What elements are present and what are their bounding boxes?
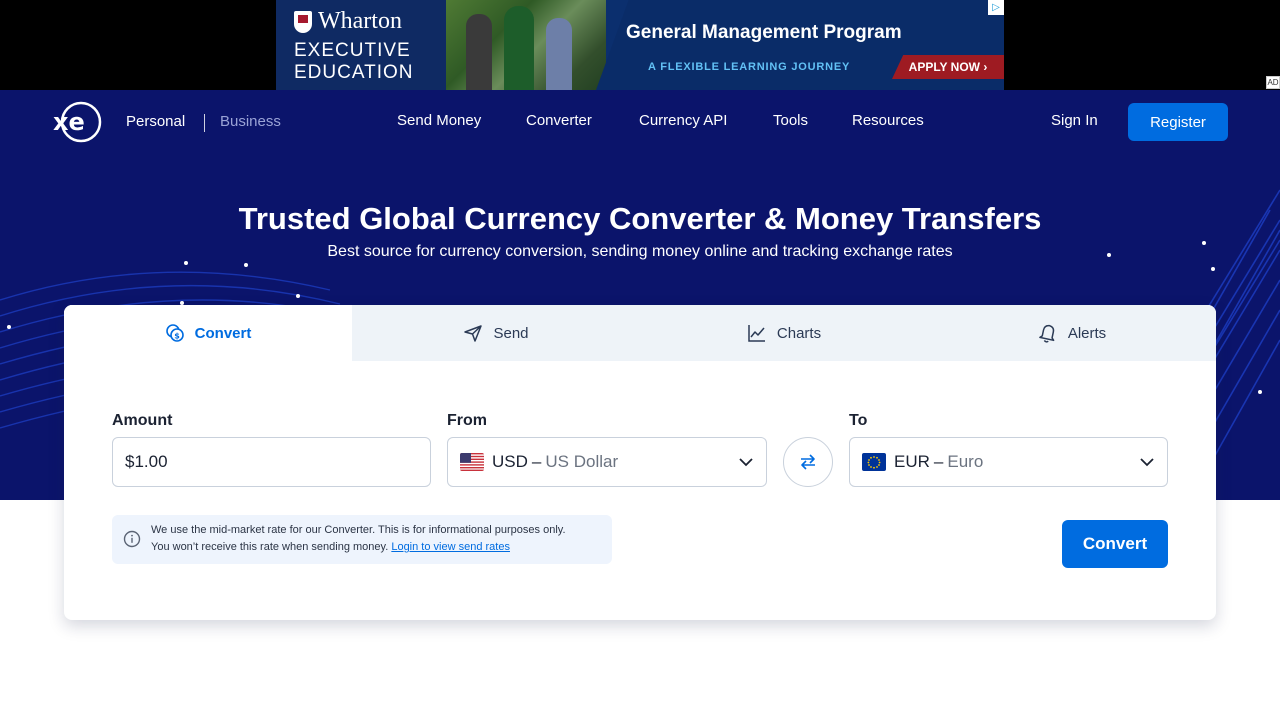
ad-photo bbox=[446, 0, 606, 90]
from-label: From bbox=[447, 412, 487, 429]
tab-alerts-label: Alerts bbox=[1067, 324, 1107, 342]
svg-text:xe: xe bbox=[53, 108, 85, 136]
ad-left-panel: Wharton EXECUTIVE EDUCATION bbox=[276, 0, 446, 90]
us-flag-icon bbox=[460, 453, 484, 471]
to-name: Euro bbox=[947, 452, 984, 471]
to-separator: – bbox=[933, 452, 944, 471]
swap-arrows-icon bbox=[801, 454, 815, 470]
ad-brand-text: Wharton bbox=[318, 8, 402, 34]
amount-value: $1.00 bbox=[125, 452, 168, 471]
info-icon bbox=[123, 530, 141, 548]
nav-currency-api[interactable]: Currency API bbox=[639, 112, 727, 129]
from-name: US Dollar bbox=[545, 452, 619, 471]
to-code: EUR bbox=[894, 452, 930, 471]
shield-icon bbox=[294, 10, 312, 33]
tab-bar: $ Convert Send Charts Alerts bbox=[64, 305, 1216, 361]
from-currency-select[interactable]: USD – US Dollar bbox=[447, 437, 767, 487]
bell-icon bbox=[1038, 324, 1055, 343]
register-button[interactable]: Register bbox=[1128, 103, 1228, 141]
tab-charts-label: Charts bbox=[776, 324, 822, 342]
login-send-rates-link[interactable]: Login to view send rates bbox=[391, 541, 510, 553]
ad-apply-button[interactable]: APPLY NOW › bbox=[892, 55, 1004, 79]
ad-subline: A FLEXIBLE LEARNING JOURNEY bbox=[648, 61, 851, 73]
ad-headline: General Management Program bbox=[626, 22, 902, 43]
nav-tools[interactable]: Tools bbox=[773, 112, 808, 129]
personal-toggle[interactable]: Personal bbox=[126, 113, 185, 130]
sign-in-link[interactable]: Sign In bbox=[1051, 112, 1098, 129]
tab-send-label: Send bbox=[493, 324, 529, 342]
ad-label: AD bbox=[1266, 76, 1280, 89]
adchoices-icon[interactable]: ▷ bbox=[988, 0, 1004, 15]
ad-line1: EXECUTIVE bbox=[294, 40, 411, 61]
ad-exec-text: EXECUTIVE EDUCATION bbox=[294, 40, 413, 84]
swap-currencies-button[interactable] bbox=[783, 437, 833, 487]
eu-flag-icon bbox=[862, 453, 886, 471]
to-label: To bbox=[849, 412, 868, 429]
paper-plane-icon bbox=[464, 325, 483, 342]
from-separator: – bbox=[531, 452, 542, 471]
converter-card: $ Convert Send Charts Alerts Amount $1.0… bbox=[64, 305, 1216, 620]
tab-send[interactable]: Send bbox=[352, 305, 640, 361]
from-code: USD bbox=[492, 452, 528, 471]
tab-alerts[interactable]: Alerts bbox=[928, 305, 1216, 361]
notice-line2: You won’t receive this rate when sending… bbox=[151, 541, 389, 553]
chevron-down-icon bbox=[1140, 458, 1154, 467]
chevron-down-icon bbox=[739, 458, 753, 467]
rate-notice: We use the mid-market rate for our Conve… bbox=[112, 515, 612, 564]
tab-convert-label: Convert bbox=[194, 324, 252, 342]
notice-line2-wrap: You won’t receive this rate when sending… bbox=[151, 541, 510, 553]
convert-button[interactable]: Convert bbox=[1062, 520, 1168, 568]
nav-converter[interactable]: Converter bbox=[526, 112, 592, 129]
ad-line2: EDUCATION bbox=[294, 62, 414, 83]
ad-banner[interactable]: Wharton EXECUTIVE EDUCATION General Mana… bbox=[276, 0, 1004, 90]
line-chart-icon bbox=[748, 325, 765, 342]
notice-line1: We use the mid-market rate for our Conve… bbox=[151, 524, 566, 536]
business-toggle[interactable]: Business bbox=[220, 113, 281, 130]
tab-convert[interactable]: $ Convert bbox=[64, 305, 352, 361]
nav-resources[interactable]: Resources bbox=[852, 112, 924, 129]
segment-divider bbox=[204, 114, 205, 132]
nav-send-money[interactable]: Send Money bbox=[397, 112, 481, 129]
amount-label: Amount bbox=[112, 412, 173, 429]
to-currency-select[interactable]: EUR – Euro bbox=[849, 437, 1168, 487]
tab-charts[interactable]: Charts bbox=[640, 305, 928, 361]
ad-brand: Wharton bbox=[294, 8, 402, 35]
coins-icon: $ bbox=[165, 324, 184, 342]
svg-text:$: $ bbox=[174, 332, 180, 341]
hero-subtitle: Best source for currency conversion, sen… bbox=[327, 243, 953, 260]
hero-title: Trusted Global Currency Converter & Mone… bbox=[238, 201, 1042, 236]
xe-logo-icon[interactable]: xe bbox=[52, 101, 102, 143]
amount-input[interactable]: $1.00 bbox=[112, 437, 431, 487]
